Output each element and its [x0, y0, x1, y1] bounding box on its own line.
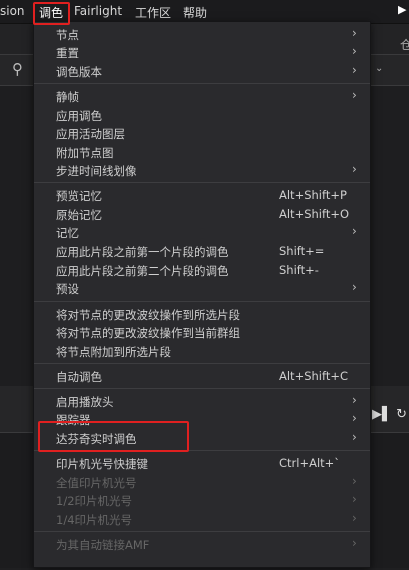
menu-item-apply-grade[interactable]: 应用调色 [34, 107, 370, 125]
menu-separator [34, 83, 370, 84]
menu-item-grade-versions[interactable]: 调色版本 › [34, 63, 370, 81]
menu-item-reset[interactable]: 重置 › [34, 44, 370, 62]
menu-item-original-memory[interactable]: 原始记忆 Alt+Shift+O [34, 206, 370, 224]
chevron-right-icon: › [352, 474, 357, 488]
menu-item-auto-link-amf: 为其自动链接AMF › [34, 536, 370, 554]
menu-item-apply-second-previous-grade[interactable]: 应用此片段之前第二个片段的调色 Shift+- [34, 262, 370, 280]
menu-item-label: 预设 [56, 282, 79, 296]
menu-item-append-node-selected[interactable]: 将节点附加到所选片段 [34, 343, 370, 361]
menu-item-apply-first-previous-grade[interactable]: 应用此片段之前第一个片段的调色 Shift+= [34, 243, 370, 261]
menu-item-ripple-current-group[interactable]: 将对节点的更改波纹操作到当前群组 [34, 324, 370, 342]
menu-item-apply-active-layer[interactable]: 应用活动图层 [34, 125, 370, 143]
chevron-right-icon: › [352, 44, 357, 58]
chevron-right-icon: › [352, 536, 357, 550]
chevron-right-icon: › [352, 63, 357, 77]
chevron-right-icon: › [352, 224, 357, 238]
shortcut: Alt+Shift+C [279, 369, 349, 383]
menu-item-label: 1/2印片机光号 [56, 494, 133, 508]
menu-item-label: 将对节点的更改波纹操作到当前群组 [56, 326, 240, 340]
menu-item-quarter-printer-lights: 1/4印片机光号 › [34, 511, 370, 529]
next-clip-icon[interactable]: ▶▌ ↻ [372, 407, 407, 422]
menu-item-printer-lights-shortcuts[interactable]: 印片机光号快捷键 Ctrl+Alt+` [34, 455, 370, 473]
chevron-right-icon: › [352, 88, 357, 102]
chevron-right-icon: › [352, 26, 357, 40]
chevron-right-icon: › [352, 430, 357, 444]
menu-item-label: 静帧 [56, 90, 79, 104]
play-icon[interactable]: ▶ [398, 3, 406, 16]
menu-item-nodes[interactable]: 节点 › [34, 26, 370, 44]
shortcut: Ctrl+Alt+` [279, 456, 341, 470]
menu-item-label: 应用调色 [56, 109, 102, 123]
menu-item-full-printer-lights: 全值印片机光号 › [34, 474, 370, 492]
menu-fairlight[interactable]: Fairlight [74, 4, 122, 18]
chevron-right-icon: › [352, 411, 357, 425]
menu-item-enable-playhead[interactable]: 启用播放头 › [34, 393, 370, 411]
menu-item-label: 附加节点图 [56, 146, 114, 160]
menu-item-label: 全值印片机光号 [56, 476, 137, 490]
menu-item-stills[interactable]: 静帧 › [34, 88, 370, 106]
menu-item-ripple-selected-clips[interactable]: 将对节点的更改波纹操作到所选片段 [34, 306, 370, 324]
menu-item-label: 记忆 [56, 226, 79, 240]
menu-item-label: 将节点附加到所选片段 [56, 345, 171, 359]
menu-item-step-timeline-wipe[interactable]: 步进时间线划像 › [34, 162, 370, 180]
menu-item-memories[interactable]: 记忆 › [34, 224, 370, 242]
menu-item-label: 将对节点的更改波纹操作到所选片段 [56, 308, 240, 322]
menu-item-label: 印片机光号快捷键 [56, 457, 148, 471]
menu-item-label: 调色版本 [56, 65, 102, 79]
menu-separator [34, 363, 370, 364]
menu-item-label: 应用此片段之前第二个片段的调色 [56, 264, 229, 278]
menu-separator [34, 531, 370, 532]
color-dropdown-menu: 节点 › 重置 › 调色版本 › 静帧 › 应用调色 应用活动图层 附加节点图 步进时间… [33, 21, 371, 568]
menu-workspace[interactable]: 工作区 [135, 4, 171, 21]
menu-item-label: 步进时间线划像 [56, 164, 137, 178]
menu-workspace-partial[interactable]: sion [0, 4, 25, 18]
menu-item-append-node-graph[interactable]: 附加节点图 [34, 144, 370, 162]
menu-item-presets[interactable]: 预设 › [34, 280, 370, 298]
menu-item-auto-color[interactable]: 自动调色 Alt+Shift+C [34, 368, 370, 386]
menu-separator [34, 388, 370, 389]
chevron-right-icon: › [352, 162, 357, 176]
highlight-color-menu [33, 2, 70, 25]
menu-item-label: 重置 [56, 46, 79, 60]
chevron-right-icon: › [352, 492, 357, 506]
search-icon[interactable]: ⚲ [12, 60, 23, 78]
menu-item-label: 自动调色 [56, 370, 102, 384]
menu-item-label: 节点 [56, 28, 79, 42]
menu-help[interactable]: 帮助 [183, 4, 207, 21]
menu-item-preview-memory[interactable]: 预览记忆 Alt+Shift+P [34, 187, 370, 205]
shortcut: Shift+- [279, 263, 319, 277]
shortcut: Alt+Shift+P [279, 188, 347, 202]
chevron-right-icon: › [352, 511, 357, 525]
menu-separator [34, 182, 370, 183]
menu-item-label: 为其自动链接AMF [56, 538, 150, 552]
shortcut: Shift+= [279, 244, 325, 258]
shortcut: Alt+Shift+O [279, 207, 350, 221]
chevron-right-icon: › [352, 280, 357, 294]
chevron-down-icon[interactable]: ⌄ [375, 63, 383, 74]
highlight-resolve-live [38, 421, 189, 452]
menu-item-label: 预览记忆 [56, 189, 102, 203]
menu-item-label: 应用此片段之前第一个片段的调色 [56, 245, 229, 259]
menu-item-label: 启用播放头 [56, 395, 114, 409]
menu-item-label: 应用活动图层 [56, 127, 125, 141]
menu-separator [34, 301, 370, 302]
panel-label: 仓 [400, 38, 409, 52]
menu-item-half-printer-lights: 1/2印片机光号 › [34, 492, 370, 510]
chevron-right-icon: › [352, 393, 357, 407]
menu-item-label: 1/4印片机光号 [56, 513, 133, 527]
menu-item-label: 原始记忆 [56, 208, 102, 222]
